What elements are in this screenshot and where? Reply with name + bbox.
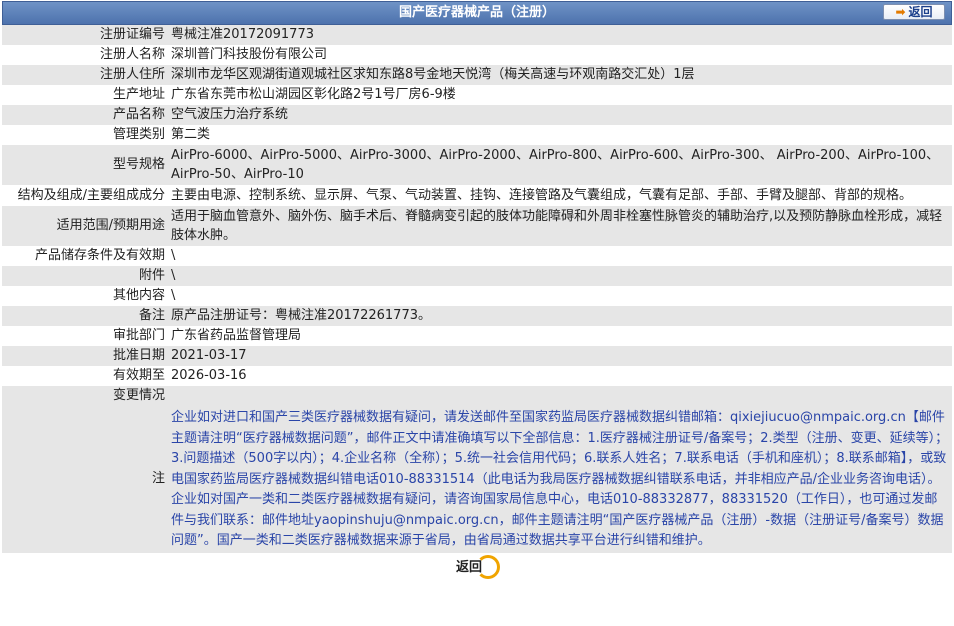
footer: 返回 bbox=[0, 554, 954, 581]
table-row: 注册人住所 深圳市龙华区观湖街道观城社区求知东路8号金地天悦湾（梅关高速与环观南… bbox=[2, 65, 952, 85]
field-value: 2026-03-16 bbox=[168, 366, 952, 386]
field-value: \ bbox=[168, 286, 952, 306]
table-row: 注册证编号 粤械注准20172091773 bbox=[2, 25, 952, 45]
field-label: 附件 bbox=[2, 266, 168, 286]
field-value: 广东省东莞市松山湖园区彰化路2号1号厂房6-9楼 bbox=[168, 85, 952, 105]
field-label: 产品储存条件及有效期 bbox=[2, 246, 168, 266]
field-label: 有效期至 bbox=[2, 366, 168, 386]
table-row: 产品储存条件及有效期 \ bbox=[2, 246, 952, 266]
table-row: 其他内容 \ bbox=[2, 286, 952, 306]
back-button-label: 返回 bbox=[908, 5, 933, 19]
field-value: 第二类 bbox=[168, 125, 952, 145]
field-value: 粤械注准20172091773 bbox=[168, 25, 952, 45]
page-title: 国产医疗器械产品（注册） bbox=[398, 5, 555, 20]
table-row: 变更情况 bbox=[2, 386, 952, 406]
field-value: 原产品注册证号：粤械注准20172261773。 bbox=[168, 306, 952, 326]
table-row: 结构及组成/主要组成成分 主要由电源、控制系统、显示屏、气泵、气动装置、挂钩、连… bbox=[2, 185, 952, 206]
field-label: 备注 bbox=[2, 306, 168, 326]
field-label: 注册证编号 bbox=[2, 25, 168, 45]
field-label: 注册人名称 bbox=[2, 45, 168, 65]
field-label: 生产地址 bbox=[2, 85, 168, 105]
field-label: 适用范围/预期用途 bbox=[2, 206, 168, 246]
field-value: \ bbox=[168, 266, 952, 286]
field-value: 空气波压力治疗系统 bbox=[168, 105, 952, 125]
field-value: 主要由电源、控制系统、显示屏、气泵、气动装置、挂钩、连接管路及气囊组成，气囊有足… bbox=[168, 185, 952, 206]
note-row: 注 企业如对进口和国产三类医疗器械数据有疑问，请发送邮件至国家药监局医疗器械数据… bbox=[2, 406, 952, 553]
table-row: 适用范围/预期用途 适用于脑血管意外、脑外伤、脑手术后、脊髓病变引起的肢体功能障… bbox=[2, 206, 952, 246]
field-label: 管理类别 bbox=[2, 125, 168, 145]
table-row: 型号规格 AirPro-6000、AirPro-5000、AirPro-3000… bbox=[2, 145, 952, 185]
field-value bbox=[168, 386, 952, 406]
field-value: 2021-03-17 bbox=[168, 346, 952, 366]
back-ring-icon bbox=[476, 554, 500, 579]
page-header: 国产医疗器械产品（注册） ➡ 返回 bbox=[2, 1, 952, 25]
field-value: 深圳普门科技股份有限公司 bbox=[168, 45, 952, 65]
field-value: 深圳市龙华区观湖街道观城社区求知东路8号金地天悦湾（梅关高速与环观南路交汇处）1… bbox=[168, 65, 952, 85]
detail-table: 注册证编号 粤械注准20172091773 注册人名称 深圳普门科技股份有限公司… bbox=[2, 25, 952, 553]
table-row: 产品名称 空气波压力治疗系统 bbox=[2, 105, 952, 125]
field-label: 产品名称 bbox=[2, 105, 168, 125]
field-label: 变更情况 bbox=[2, 386, 168, 406]
table-row: 注册人名称 深圳普门科技股份有限公司 bbox=[2, 45, 952, 65]
table-row: 有效期至 2026-03-16 bbox=[2, 366, 952, 386]
field-label: 注册人住所 bbox=[2, 65, 168, 85]
table-row: 批准日期 2021-03-17 bbox=[2, 346, 952, 366]
table-row: 附件 \ bbox=[2, 266, 952, 286]
back-button-top[interactable]: ➡ 返回 bbox=[883, 4, 945, 20]
field-value: \ bbox=[168, 246, 952, 266]
note-label: 注 bbox=[2, 406, 168, 553]
table-row: 审批部门 广东省药品监督管理局 bbox=[2, 326, 952, 346]
back-button-bottom[interactable]: 返回 bbox=[456, 554, 500, 581]
field-value: AirPro-6000、AirPro-5000、AirPro-3000、AirP… bbox=[168, 145, 952, 185]
field-value: 适用于脑血管意外、脑外伤、脑手术后、脊髓病变引起的肢体功能障碍和外周非栓塞性脉管… bbox=[168, 206, 952, 246]
field-label: 型号规格 bbox=[2, 145, 168, 185]
field-label: 审批部门 bbox=[2, 326, 168, 346]
field-label: 批准日期 bbox=[2, 346, 168, 366]
back-arrow-icon: ➡ bbox=[895, 5, 906, 19]
table-row: 管理类别 第二类 bbox=[2, 125, 952, 145]
note-text: 企业如对进口和国产三类医疗器械数据有疑问，请发送邮件至国家药监局医疗器械数据纠错… bbox=[168, 406, 952, 553]
field-value: 广东省药品监督管理局 bbox=[168, 326, 952, 346]
table-row: 备注 原产品注册证号：粤械注准20172261773。 bbox=[2, 306, 952, 326]
field-label: 其他内容 bbox=[2, 286, 168, 306]
table-row: 生产地址 广东省东莞市松山湖园区彰化路2号1号厂房6-9楼 bbox=[2, 85, 952, 105]
field-label: 结构及组成/主要组成成分 bbox=[2, 185, 168, 206]
